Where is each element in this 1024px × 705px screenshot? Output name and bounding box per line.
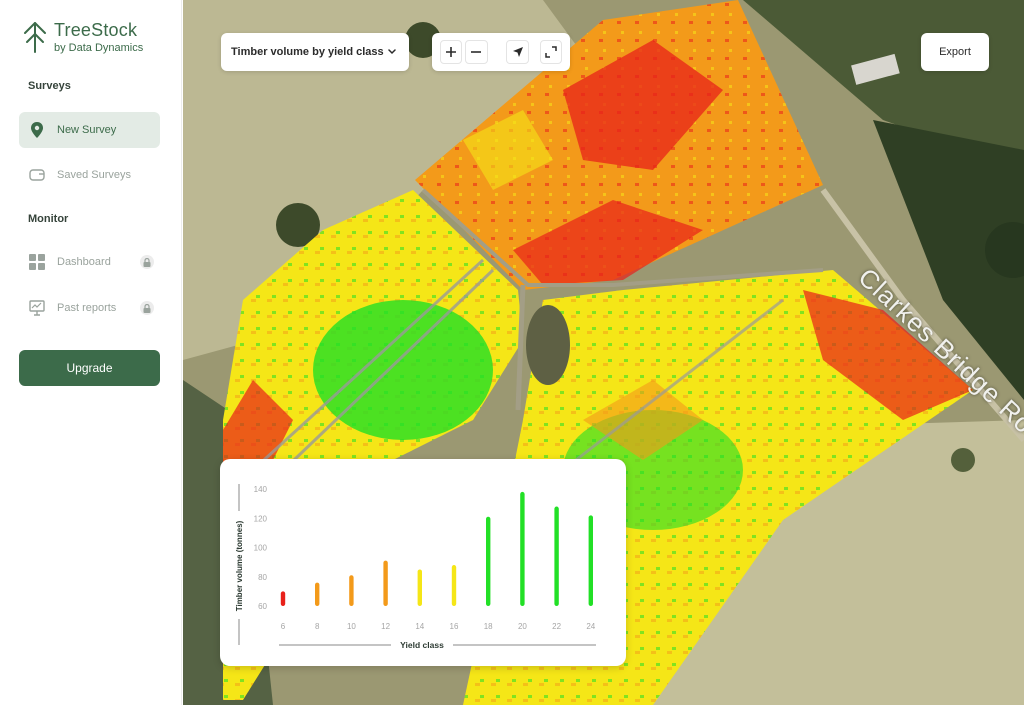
x-tick-label: 24 xyxy=(586,622,595,631)
sidebar-item-label: Saved Surveys xyxy=(57,169,131,181)
x-tick-label: 12 xyxy=(381,622,390,631)
yield-chart-card: Timber volume (tonnes) Yield class 60 80 1… xyxy=(220,459,626,666)
sidebar-item-dashboard[interactable]: Dashboard xyxy=(19,244,160,280)
y-tick-label: 100 xyxy=(254,544,268,553)
sidebar-item-new-survey[interactable]: New Survey xyxy=(19,112,160,148)
lock-icon xyxy=(140,301,154,315)
chart-bar xyxy=(486,516,491,606)
zoom-in-icon[interactable] xyxy=(440,40,463,64)
y-tick-label: 60 xyxy=(258,602,267,611)
upgrade-button[interactable]: Upgrade xyxy=(19,350,160,386)
chart-bar xyxy=(554,506,559,606)
chart-bar xyxy=(451,565,457,606)
chart-bar xyxy=(349,575,354,606)
x-tick-label: 8 xyxy=(315,622,320,631)
lock-icon xyxy=(140,255,154,269)
export-button[interactable]: Export xyxy=(921,33,989,71)
locate-arrow-icon[interactable] xyxy=(506,40,529,64)
wallet-icon xyxy=(29,167,45,183)
chart-bar xyxy=(315,582,320,606)
x-tick-label: 16 xyxy=(450,622,459,631)
x-tick-label: 14 xyxy=(415,622,424,631)
layer-select-value: Timber volume by yield class xyxy=(231,46,384,58)
report-icon xyxy=(29,300,45,316)
sidebar-item-saved-surveys[interactable]: Saved Surveys xyxy=(19,157,160,193)
x-tick-label: 6 xyxy=(281,622,286,631)
brand-byline: by Data Dynamics xyxy=(54,42,144,54)
chart-bar xyxy=(588,515,593,606)
layer-select[interactable]: Timber volume by yield class xyxy=(221,33,409,71)
y-tick-label: 120 xyxy=(254,514,268,523)
section-title-monitor: Monitor xyxy=(28,213,69,225)
map-pin-icon xyxy=(29,122,45,138)
brand-name: TreeStock xyxy=(54,20,138,40)
sidebar-item-label: Dashboard xyxy=(57,256,111,268)
section-title-surveys: Surveys xyxy=(28,80,71,92)
x-axis-label: Yield class xyxy=(400,640,444,650)
fullscreen-icon[interactable] xyxy=(539,40,563,64)
sidebar-item-label: New Survey xyxy=(57,124,117,136)
map-toolbar xyxy=(432,33,570,71)
x-tick-label: 18 xyxy=(484,622,493,631)
y-axis-label: Timber volume (tonnes) xyxy=(235,520,244,611)
chevron-down-icon xyxy=(387,46,397,58)
y-tick-label: 140 xyxy=(254,485,268,494)
zoom-out-icon[interactable] xyxy=(465,40,488,64)
x-tick-label: 20 xyxy=(518,622,527,631)
chart-bar xyxy=(280,591,286,606)
y-tick-label: 80 xyxy=(258,573,267,582)
logo[interactable]: TreeStock by Data Dynamics xyxy=(22,20,143,54)
chart-bar xyxy=(520,491,525,606)
sidebar-item-label: Past reports xyxy=(57,302,117,314)
x-tick-label: 22 xyxy=(552,622,561,631)
yield-bar-chart: Timber volume (tonnes) Yield class 60 80 1… xyxy=(235,484,596,650)
sidebar-item-past-reports[interactable]: Past reports xyxy=(19,290,160,326)
chart-bar xyxy=(383,560,388,606)
tree-logo-icon xyxy=(24,22,46,53)
sidebar: TreeStock by Data Dynamics Surveys New S… xyxy=(0,0,182,705)
chart-bar xyxy=(417,569,422,606)
grid-icon xyxy=(29,254,45,270)
x-tick-label: 10 xyxy=(347,622,356,631)
